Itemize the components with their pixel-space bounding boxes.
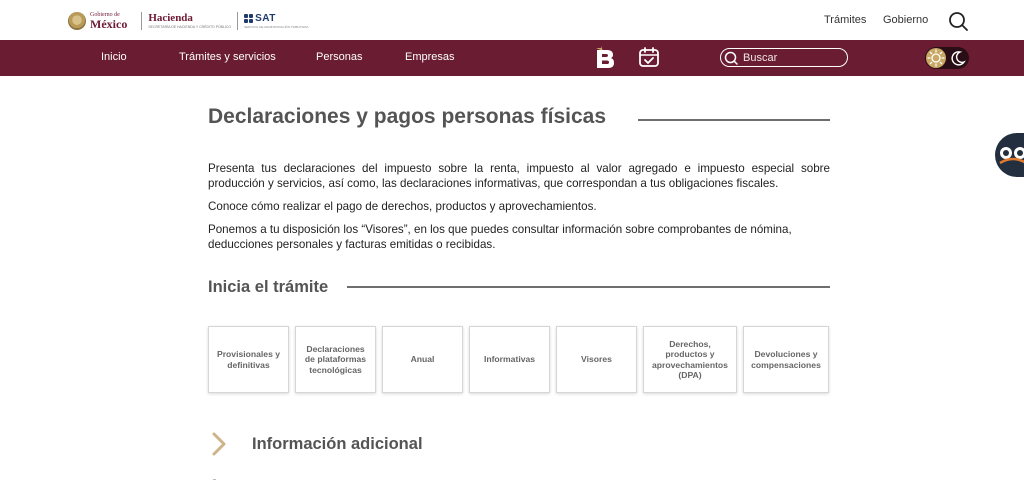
sat-logo: SAT SERVICIO DE ADMINISTRACIÓN TRIBUTARI… bbox=[244, 12, 309, 29]
main-nav: Inicio Trámites y servicios Personas Emp… bbox=[0, 40, 1024, 76]
logo-divider bbox=[237, 12, 239, 30]
top-bar: Gobierno de México Hacienda SECRETARÍA D… bbox=[0, 0, 1024, 40]
logo-hacienda-sub: SECRETARÍA DE HACIENDA Y CRÉDITO PÚBLICO bbox=[148, 24, 232, 29]
logo-sat-sub: SERVICIO DE ADMINISTRACIÓN TRIBUTARIA bbox=[244, 24, 309, 29]
sun-icon[interactable] bbox=[926, 48, 946, 68]
logo-gob-big: México bbox=[90, 17, 128, 31]
sat-dots-icon bbox=[244, 14, 254, 23]
payments-paragraph: Conoce cómo realizar el pago de derechos… bbox=[208, 200, 597, 213]
page-title: Declaraciones y pagos personas físicas bbox=[208, 105, 607, 128]
card-informativas[interactable]: Informativas bbox=[469, 326, 550, 393]
search-input[interactable] bbox=[743, 50, 843, 65]
nav-item-personas[interactable]: Personas bbox=[316, 51, 362, 63]
b-brand-icon[interactable] bbox=[593, 46, 617, 70]
nav-item-empresas[interactable]: Empresas bbox=[405, 51, 455, 63]
top-link-tramites[interactable]: Trámites bbox=[824, 14, 866, 26]
nav-item-inicio[interactable]: Inicio bbox=[101, 51, 127, 63]
gobierno-de-mexico-logo: Gobierno de México bbox=[90, 12, 127, 30]
nav-item-tramites-servicios[interactable]: Trámites y servicios bbox=[179, 51, 276, 63]
calendar-check-icon[interactable] bbox=[638, 46, 660, 68]
card-provisionales[interactable]: Provisionales y definitivas bbox=[208, 326, 289, 393]
hacienda-logo: Hacienda SECRETARÍA DE HACIENDA Y CRÉDIT… bbox=[148, 11, 232, 30]
accessibility-eyes-icon bbox=[999, 147, 1024, 165]
card-dpa[interactable]: Derechos, productos y aprovechamientos (… bbox=[643, 326, 737, 393]
logo-divider bbox=[141, 12, 143, 30]
section-divider bbox=[347, 286, 830, 288]
card-devoluciones[interactable]: Devoluciones y compensaciones bbox=[743, 326, 829, 393]
theme-toggle[interactable] bbox=[925, 47, 969, 69]
card-anual[interactable]: Anual bbox=[382, 326, 463, 393]
info-adicional-title[interactable]: Información adicional bbox=[252, 435, 423, 454]
intro-paragraph: Presenta tus declaraciones del impuesto … bbox=[208, 162, 830, 190]
content-marker bbox=[213, 479, 216, 480]
mexico-seal-icon bbox=[68, 12, 86, 30]
top-link-gobierno[interactable]: Gobierno bbox=[883, 14, 928, 26]
moon-icon[interactable] bbox=[949, 49, 967, 67]
search-icon[interactable] bbox=[948, 11, 968, 31]
search-box[interactable] bbox=[720, 48, 848, 67]
chevron-right-icon[interactable] bbox=[210, 431, 228, 457]
visores-paragraph: Ponemos a tu disposición los “Visores”, … bbox=[208, 223, 792, 251]
accessibility-widget[interactable] bbox=[995, 133, 1024, 177]
search-icon bbox=[724, 51, 738, 65]
section-title: Inicia el trámite bbox=[208, 278, 329, 296]
logo-hacienda: Hacienda bbox=[148, 11, 193, 24]
government-logos[interactable]: Gobierno de México Hacienda SECRETARÍA D… bbox=[68, 10, 308, 32]
card-plataformas-tecnologicas[interactable]: Declaraciones de plataformas tecnológica… bbox=[295, 326, 376, 393]
logo-sat: SAT bbox=[255, 12, 276, 24]
card-visores[interactable]: Visores bbox=[556, 326, 637, 393]
title-divider bbox=[638, 119, 830, 121]
